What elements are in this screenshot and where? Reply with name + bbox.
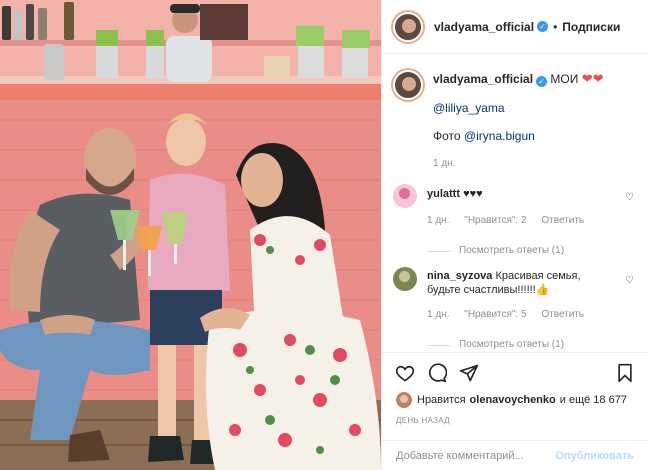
likes-prefix: Нравится: [417, 394, 466, 406]
view-replies-button[interactable]: Посмотреть ответы (1): [427, 338, 607, 352]
separator-dot: •: [553, 19, 558, 34]
verified-badge-icon: ✓: [537, 21, 549, 32]
caption-username[interactable]: vladyama_official: [433, 72, 533, 86]
comment-username[interactable]: yulattt: [427, 188, 460, 200]
reply-button[interactable]: Ответить: [541, 215, 584, 226]
comment-input[interactable]: [396, 449, 556, 462]
comment-body: nina_syzova Красивая семья, будьте счаст…: [427, 267, 607, 352]
post-dialog: vladyama_official ✓ • Подписки vladyama_…: [0, 0, 648, 470]
like-comment-heart-icon[interactable]: ♡: [625, 192, 634, 203]
share-icon[interactable]: [458, 362, 480, 384]
family-photo-illustration: [0, 0, 381, 470]
liker-avatar[interactable]: [396, 392, 412, 408]
red-heart-emoji-icon: ❤: [581, 71, 593, 86]
comment-likes[interactable]: "Нравится": 5: [464, 309, 526, 320]
reply-button[interactable]: Ответить: [541, 309, 584, 320]
like-comment-heart-icon[interactable]: ♡: [625, 275, 634, 286]
photo-credit-label: Фото: [433, 129, 461, 143]
view-replies-button[interactable]: Посмотреть ответы (1): [427, 244, 596, 258]
caption-avatar[interactable]: [393, 70, 423, 100]
comment-body: yulattt ♥♥♥ 1 дн. "Нравится": 2 Ответить…: [427, 184, 596, 258]
caption-body: vladyama_official ✓ МОИ ❤❤ @liliya_yama Ф…: [433, 70, 604, 171]
commenter-avatar[interactable]: [393, 267, 417, 291]
caption-text: МОИ: [550, 72, 579, 86]
comment-icon[interactable]: [426, 362, 448, 384]
post-header: vladyama_official ✓ • Подписки: [382, 0, 648, 54]
verified-badge-icon: ✓: [536, 76, 548, 87]
commenter-avatar[interactable]: [393, 184, 417, 208]
post-sidebar: vladyama_official ✓ • Подписки vladyama_…: [381, 0, 648, 470]
publish-button[interactable]: Опубликовать: [555, 450, 634, 462]
likes-count[interactable]: и ещё 18 677: [560, 394, 627, 406]
comment-username[interactable]: nina_syzova: [427, 270, 492, 282]
post-photo[interactable]: [0, 0, 381, 470]
comment-time[interactable]: 1 дн.: [427, 215, 449, 226]
author-avatar[interactable]: [393, 11, 423, 42]
liker-username[interactable]: olenavoychenko: [470, 394, 556, 406]
heart-icon[interactable]: [394, 362, 416, 384]
caption-time[interactable]: 1 дн.: [433, 157, 604, 171]
comment-item: nina_syzova Красивая семья, будьте счаст…: [393, 267, 634, 352]
comment-text: ♥♥♥: [463, 188, 483, 200]
likes-summary: Нравится olenavoychenko и ещё 18 677: [396, 392, 627, 408]
red-heart-emoji-icon: ❤: [592, 71, 604, 86]
comment-time[interactable]: 1 дн.: [427, 309, 449, 320]
following-button[interactable]: Подписки: [562, 20, 620, 34]
add-comment-bar: Опубликовать: [382, 440, 648, 470]
mention-link[interactable]: @iryna.bigun: [464, 129, 535, 143]
post-actions-bar: [382, 352, 648, 392]
bookmark-icon[interactable]: [614, 362, 636, 384]
author-username[interactable]: vladyama_official: [434, 20, 534, 34]
comment-item: yulattt ♥♥♥ 1 дн. "Нравится": 2 Ответить…: [393, 184, 634, 258]
post-date[interactable]: ДЕНЬ НАЗАД: [396, 416, 450, 425]
mention-link[interactable]: @liliya_yama: [433, 101, 505, 115]
comment-likes[interactable]: "Нравится": 2: [464, 215, 526, 226]
post-caption: vladyama_official ✓ МОИ ❤❤ @liliya_yama Ф…: [382, 54, 648, 171]
